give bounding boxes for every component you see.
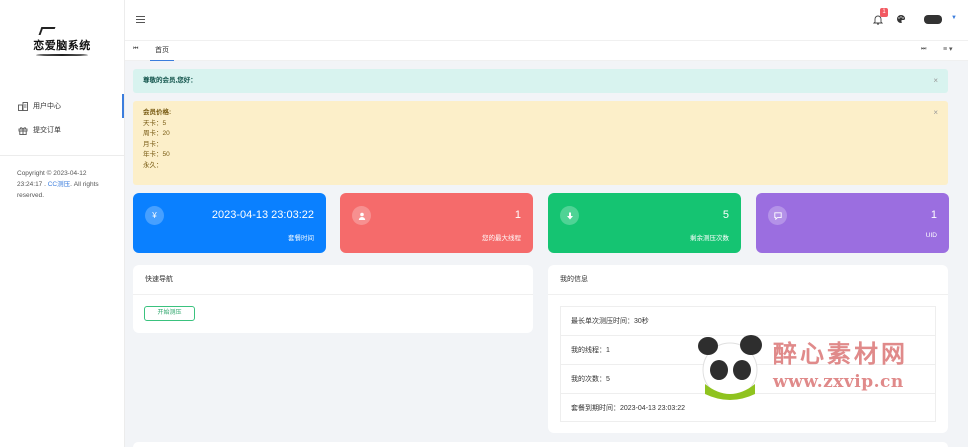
stat-value: 1 xyxy=(514,209,521,221)
list-item: 套餐到期时间：2023-04-13 23:03:22 xyxy=(571,405,685,412)
tab-home[interactable]: 首页 xyxy=(150,41,174,61)
greeting-alert: 尊敬的会员,您好： × xyxy=(133,69,948,93)
list-item: 我的次数：5 xyxy=(561,365,935,394)
sidebar-menu: 用户中心 提交订单 xyxy=(0,94,124,142)
yen-icon: ¥ xyxy=(145,206,164,225)
tab-scroll-right-icon[interactable]: ⏭ xyxy=(921,46,926,53)
sidebar-item-label: 用户中心 xyxy=(33,103,61,110)
chat-icon xyxy=(768,206,787,225)
sidebar-divider xyxy=(0,155,124,156)
pricing-line: 月卡： xyxy=(143,140,163,148)
stat-label: UID xyxy=(925,232,937,239)
palette-icon[interactable] xyxy=(896,14,906,26)
stat-value: 5 xyxy=(722,209,729,221)
pricing-line: 周卡：20 xyxy=(143,130,170,137)
logo-mark xyxy=(38,26,56,35)
avatar[interactable] xyxy=(924,15,942,24)
stat-card-package-time: ¥ 2023-04-13 23:03:22 套餐时间 xyxy=(133,193,326,253)
pricing-alert: 会员价格: 天卡：5 周卡：20 月卡： 年卡：50 永久： × xyxy=(133,101,948,185)
stat-card-max-threads: 1 您的最大线程 xyxy=(340,193,533,253)
close-icon[interactable]: × xyxy=(933,76,938,86)
start-test-button[interactable]: 开始测压 xyxy=(144,306,195,321)
logo[interactable]: 恋爱脑系统 xyxy=(0,0,124,82)
sidebar: 恋爱脑系统 用户中心 提交订单 Copyright © 2023-04-12 2… xyxy=(0,0,125,447)
quick-nav-panel: 快速导航 开始测压 xyxy=(133,265,533,333)
stat-label: 您的最大线程 xyxy=(482,235,521,242)
dashboard-icon xyxy=(18,101,28,111)
copyright-link[interactable]: CC测压 xyxy=(48,181,70,188)
pricing-line: 天卡：5 xyxy=(143,119,167,127)
my-info-panel: 我的信息 最长单次测压时间：30秒 我的线程：1 我的次数：5 套餐到期时间：2… xyxy=(548,265,948,433)
bottom-panel xyxy=(133,442,948,447)
panel-title: 我的信息 xyxy=(548,265,948,295)
chevron-down-icon[interactable]: ▼ xyxy=(951,15,957,21)
notification-badge: 1 xyxy=(880,8,888,17)
logo-underline xyxy=(36,53,88,56)
sidebar-item-user-center[interactable]: 用户中心 xyxy=(0,94,124,118)
stat-value: 1 xyxy=(930,209,937,221)
panel-title: 快速导航 xyxy=(133,265,533,295)
sidebar-item-label: 提交订单 xyxy=(33,127,61,134)
user-icon xyxy=(352,206,371,225)
info-list: 最长单次测压时间：30秒 我的线程：1 我的次数：5 套餐到期时间：2023-0… xyxy=(560,306,936,422)
copyright: Copyright © 2023-04-12 23:24:17 . CC测压. … xyxy=(0,168,124,201)
tab-menu-icon[interactable]: ≡ ▾ xyxy=(943,45,953,53)
pricing-line: 年卡：50 xyxy=(143,151,170,158)
menu-toggle-icon[interactable] xyxy=(136,16,145,23)
download-icon xyxy=(560,206,579,225)
top-bar: 1 ▼ xyxy=(125,0,968,41)
greeting-text: 尊敬的会员,您好： xyxy=(143,77,197,84)
stat-label: 剩余测压次数 xyxy=(690,235,729,242)
pricing-title: 会员价格: xyxy=(143,109,172,116)
tab-bar: ⏮ 首页 ⏭ ≡ ▾ xyxy=(125,41,968,61)
pricing-line: 永久： xyxy=(143,161,163,169)
stat-card-uid: 1 UID xyxy=(756,193,949,253)
list-item: 我的线程：1 xyxy=(561,336,935,365)
stat-card-remaining-tests: 5 剩余测压次数 xyxy=(548,193,741,253)
close-icon[interactable]: × xyxy=(933,108,938,119)
sidebar-item-submit-order[interactable]: 提交订单 xyxy=(0,118,124,142)
tab-scroll-left-icon[interactable]: ⏮ xyxy=(133,46,138,53)
logo-text: 恋爱脑系统 xyxy=(33,38,91,52)
stat-label: 套餐时间 xyxy=(288,235,314,242)
stat-value: 2023-04-13 23:03:22 xyxy=(211,209,314,221)
gift-icon xyxy=(18,125,28,135)
list-item: 最长单次测压时间：30秒 xyxy=(561,307,935,336)
